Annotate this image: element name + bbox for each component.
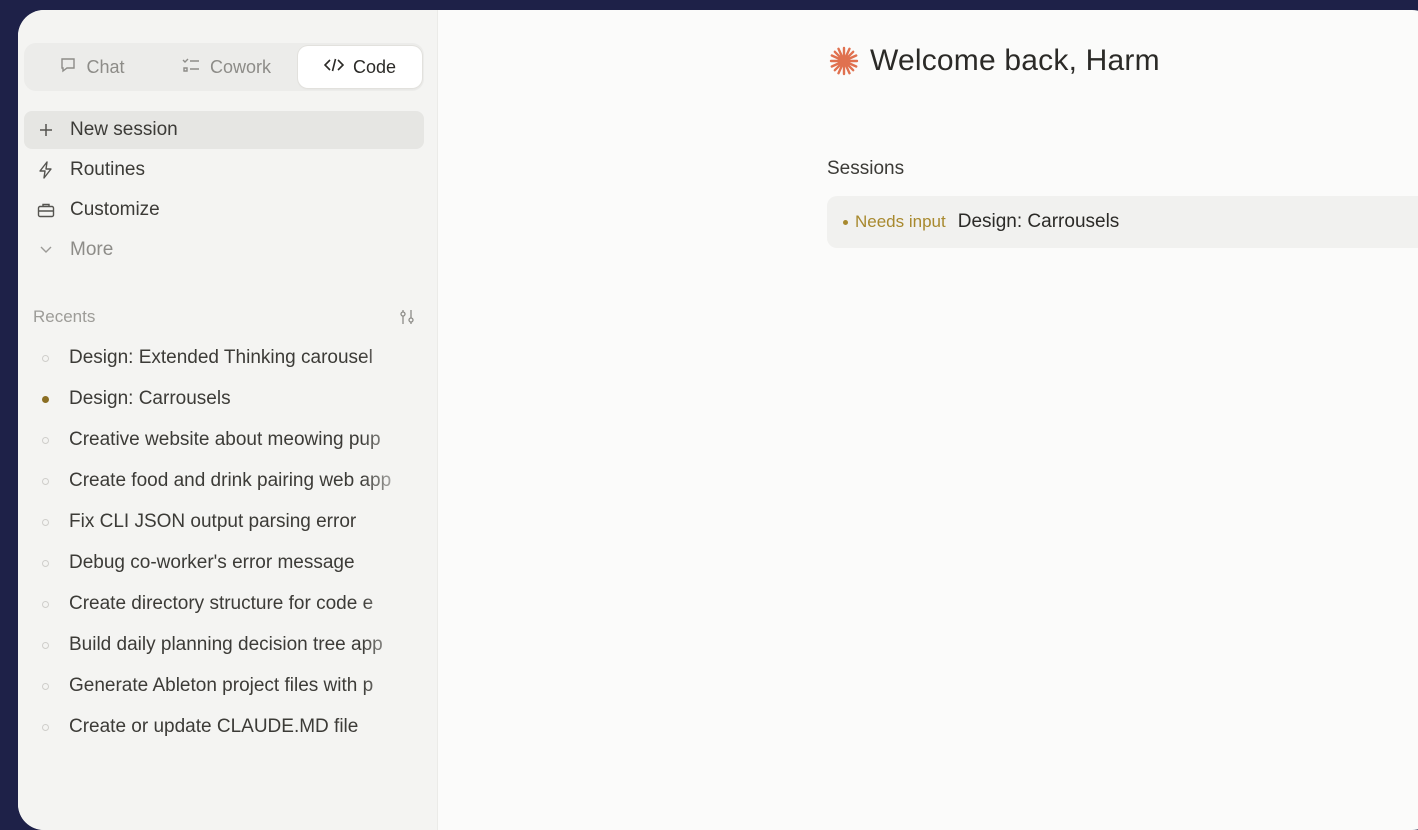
recent-item-label: Generate Ableton project files with p xyxy=(69,675,374,696)
welcome-header: Welcome back, Harm xyxy=(828,44,1160,78)
tab-cowork[interactable]: Cowork xyxy=(156,46,296,88)
recent-item[interactable]: Create directory structure for code e xyxy=(24,586,424,622)
recent-item-label: Create or update CLAUDE.MD file xyxy=(69,716,359,737)
sidebar: Chat Cowork Code New session Routines Cu… xyxy=(18,10,438,830)
session-item[interactable]: Needs input Design: Carrousels xyxy=(827,196,1418,248)
status-dot xyxy=(42,436,49,444)
sidebar-item-routines[interactable]: Routines xyxy=(24,151,424,189)
lightning-icon xyxy=(36,161,56,179)
tab-code-label: Code xyxy=(352,56,397,77)
recent-item-label: Creative website about meowing pup xyxy=(69,429,381,450)
tab-chat-label: Chat xyxy=(86,56,125,77)
recents-header: Recents xyxy=(33,307,416,327)
tab-code[interactable]: Code xyxy=(298,46,422,88)
new-session-button[interactable]: New session xyxy=(24,111,424,149)
status-badge: Needs input xyxy=(855,212,946,231)
recent-item[interactable]: Fix CLI JSON output parsing error xyxy=(24,504,424,540)
new-session-label: New session xyxy=(70,119,178,140)
chat-bubble-icon xyxy=(59,56,77,79)
recent-item[interactable]: Design: Carrousels xyxy=(24,381,424,417)
chevron-down-icon xyxy=(36,246,56,254)
recent-item-label: Create directory structure for code e xyxy=(69,593,374,614)
recent-item[interactable]: Generate Ableton project files with p xyxy=(24,668,424,704)
routines-label: Routines xyxy=(70,159,145,180)
sessions-label: Sessions xyxy=(827,158,905,179)
code-brackets-icon xyxy=(323,57,345,78)
sidebar-item-more[interactable]: More xyxy=(24,231,424,269)
status-dot xyxy=(42,559,49,567)
status-dot xyxy=(42,723,49,731)
status-dot xyxy=(42,600,49,608)
status-dot xyxy=(42,518,49,526)
recent-item[interactable]: Design: Extended Thinking carousel xyxy=(24,340,424,376)
app-window: Chat Cowork Code New session Routines Cu… xyxy=(18,10,1418,830)
status-dot xyxy=(42,477,49,485)
recent-item[interactable]: Create food and drink pairing web app xyxy=(24,463,424,499)
sidebar-item-customize[interactable]: Customize xyxy=(24,191,424,229)
status-dot xyxy=(42,682,49,690)
customize-label: Customize xyxy=(70,199,160,220)
main-panel: Welcome back, Harm Sessions Needs input … xyxy=(438,10,1418,830)
recent-item-label: Create food and drink pairing web app xyxy=(69,470,392,491)
plus-icon xyxy=(36,123,56,137)
sparkle-icon xyxy=(828,45,860,77)
recent-item-label: Design: Carrousels xyxy=(69,388,231,409)
filter-sliders-icon[interactable] xyxy=(398,308,416,326)
recent-item[interactable]: Build daily planning decision tree app xyxy=(24,627,424,663)
recent-item[interactable]: Create or update CLAUDE.MD file xyxy=(24,709,424,745)
recent-item[interactable]: Debug co-worker's error message xyxy=(24,545,424,581)
tab-chat[interactable]: Chat xyxy=(30,46,154,88)
status-dot xyxy=(42,641,49,649)
tab-cowork-label: Cowork xyxy=(209,56,271,77)
session-title: Design: Carrousels xyxy=(957,211,1120,232)
checklist-icon xyxy=(181,56,201,79)
recents-label: Recents xyxy=(33,307,96,326)
recent-item-label: Design: Extended Thinking carousel xyxy=(69,347,373,368)
recent-item[interactable]: Creative website about meowing pup xyxy=(24,422,424,458)
status-dot-active xyxy=(42,395,49,403)
recent-item-label: Debug co-worker's error message xyxy=(69,552,355,573)
more-label: More xyxy=(70,239,114,260)
recent-item-label: Build daily planning decision tree app xyxy=(69,634,383,655)
needs-input-dot xyxy=(843,219,848,225)
page-title: Welcome back, Harm xyxy=(870,44,1160,77)
mode-switcher: Chat Cowork Code xyxy=(24,43,424,91)
recent-item-label: Fix CLI JSON output parsing error xyxy=(69,511,357,532)
briefcase-icon xyxy=(36,202,56,218)
status-dot xyxy=(42,354,49,362)
